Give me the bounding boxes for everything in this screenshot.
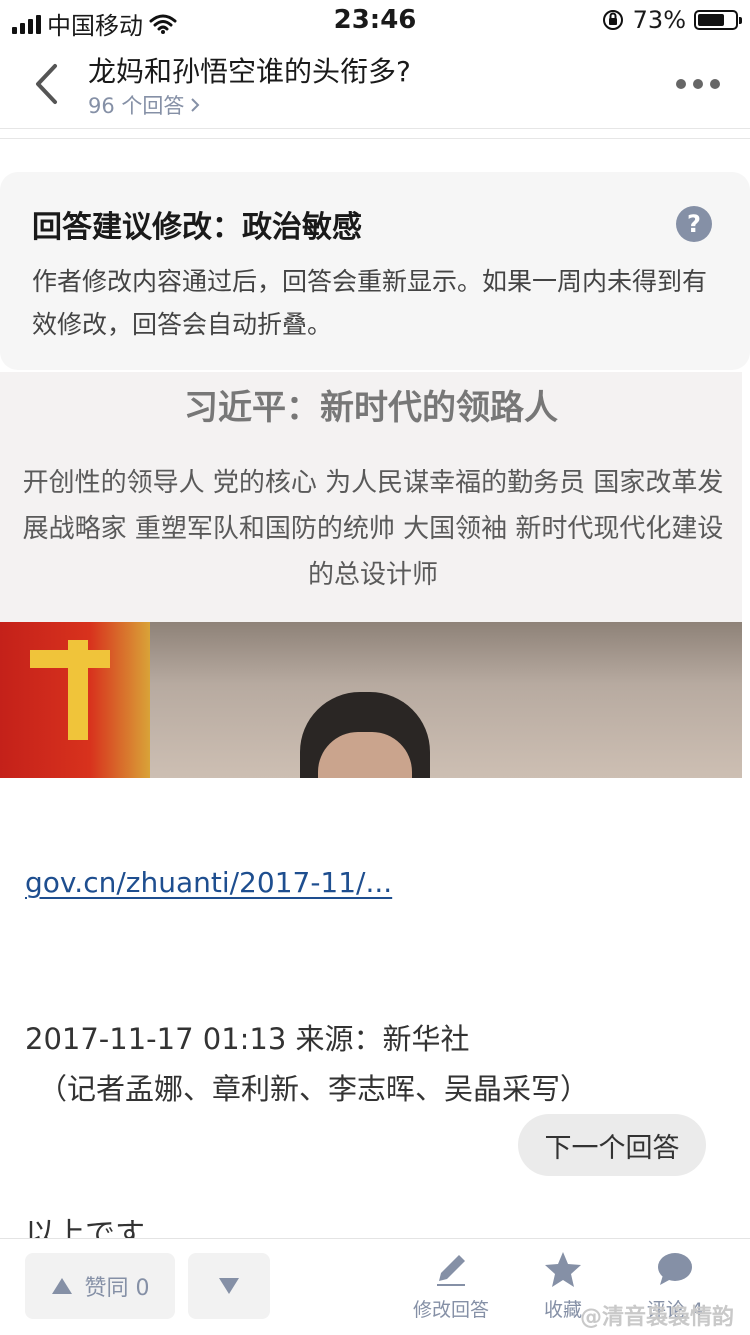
question-title[interactable]: 龙妈和孙悟空谁的头衔多? bbox=[88, 50, 411, 90]
upvote-button[interactable]: 赞同 0 bbox=[25, 1253, 175, 1319]
edit-suggestion-body: 作者修改内容通过后，回答会重新显示。如果一周内未得到有效修改，回答会自动折叠。 bbox=[32, 267, 708, 339]
flag-image bbox=[0, 622, 150, 778]
next-answer-button[interactable]: 下一个回答 bbox=[518, 1114, 706, 1176]
battery-percent: 73% bbox=[632, 6, 686, 34]
triangle-down-icon bbox=[219, 1278, 239, 1294]
status-bar: 中国移动 23:46 73% bbox=[0, 0, 750, 40]
upvote-label: 赞同 0 bbox=[84, 1276, 150, 1301]
edit-suggestion-title: 回答建议修改：政治敏感 bbox=[32, 210, 362, 245]
chevron-left-icon bbox=[36, 64, 57, 104]
bottom-action-bar: 赞同 0 修改回答 收藏 评论 4 @清音袅袅情韵 bbox=[0, 1238, 750, 1335]
favorite-label: 收藏 bbox=[543, 1299, 582, 1321]
pencil-icon bbox=[437, 1255, 465, 1286]
source-reporters: （记者孟娜、章利新、李志晖、吴晶采写） bbox=[38, 1072, 590, 1106]
source-meta: 2017-11-17 01:13 来源：新华社 bbox=[25, 1022, 470, 1056]
banner-headline: 习近平：新时代的领路人 bbox=[184, 388, 558, 428]
more-dot-icon bbox=[676, 79, 686, 89]
answer-image-banner: 习近平：新时代的领路人 开创性的领导人 党的核心 为人民谋幸福的勤务员 国家改革… bbox=[0, 372, 742, 622]
triangle-up-icon bbox=[51, 1278, 72, 1294]
edit-suggestion-card: 回答建议修改：政治敏感 作者修改内容通过后，回答会重新显示。如果一周内未得到有效… bbox=[0, 172, 750, 370]
downvote-button[interactable] bbox=[188, 1253, 270, 1319]
answer-count-label: 96 个回答 bbox=[88, 94, 185, 118]
answer-text-cutoff: 以上です bbox=[25, 1217, 145, 1240]
battery-fill bbox=[698, 14, 724, 26]
star-icon bbox=[545, 1252, 581, 1287]
banner-titles: 开创性的领导人 党的核心 为人民谋幸福的勤务员 国家改革发展战略家 重塑军队和国… bbox=[22, 468, 724, 590]
edit-answer-button[interactable]: 修改回答 bbox=[406, 1249, 496, 1322]
comment-icon bbox=[658, 1253, 692, 1285]
more-dot-icon bbox=[710, 79, 720, 89]
battery-icon bbox=[694, 10, 742, 30]
status-right: 73% bbox=[601, 6, 742, 34]
edit-answer-label: 修改回答 bbox=[412, 1299, 489, 1321]
nav-bar: 龙妈和孙悟空谁的头衔多? 96 个回答 bbox=[0, 40, 750, 129]
orientation-lock-icon bbox=[602, 10, 623, 30]
more-dot-icon bbox=[693, 79, 703, 89]
help-icon[interactable]: ? bbox=[676, 206, 712, 242]
source-link[interactable]: gov.cn/zhuanti/2017-11/... bbox=[25, 866, 392, 899]
divider bbox=[0, 138, 750, 139]
more-options-button[interactable] bbox=[676, 70, 720, 98]
answer-count-link[interactable]: 96 个回答 bbox=[88, 90, 200, 120]
answer-photo[interactable] bbox=[0, 622, 742, 778]
chevron-right-icon bbox=[191, 98, 200, 112]
back-button[interactable] bbox=[22, 58, 70, 110]
flag-emblem bbox=[30, 650, 110, 668]
watermark: @清音袅袅情韵 bbox=[579, 1305, 734, 1330]
portrait-image bbox=[300, 692, 430, 778]
